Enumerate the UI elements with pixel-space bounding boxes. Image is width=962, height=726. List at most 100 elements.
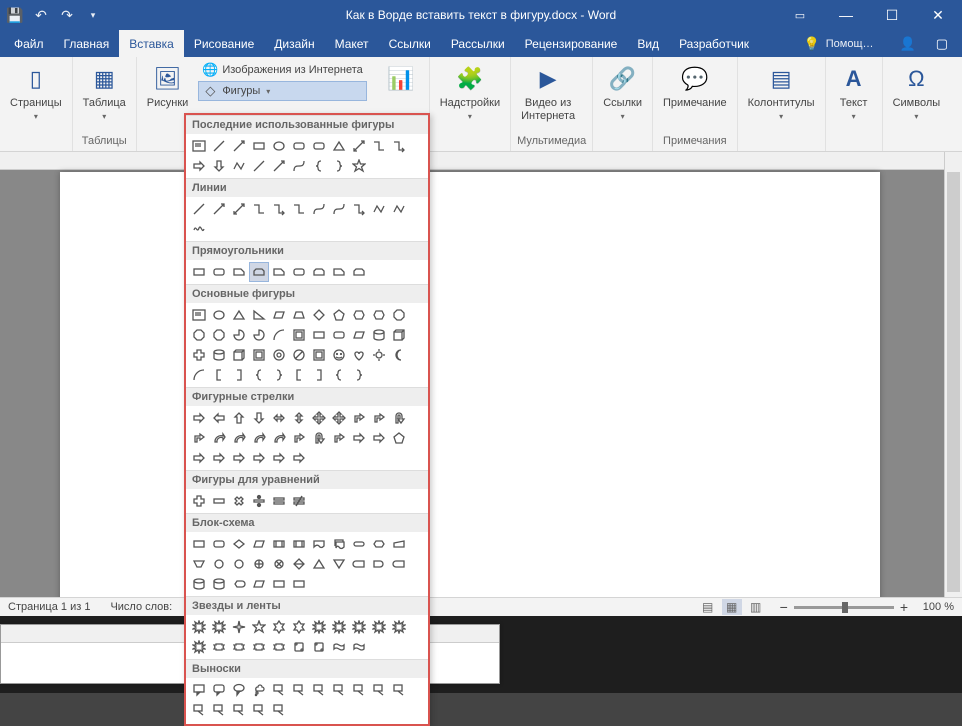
shape-calloutRound[interactable] <box>210 681 228 699</box>
print-layout-icon[interactable]: ▦ <box>722 599 742 615</box>
shape-donut[interactable] <box>270 346 288 364</box>
shape-textbox[interactable] <box>190 137 208 155</box>
shape-diamond[interactable] <box>310 306 328 324</box>
shape-plus[interactable] <box>190 346 208 364</box>
shape-arrowR[interactable] <box>350 429 368 447</box>
shape-rtTriangle[interactable] <box>250 306 268 324</box>
shape-triangle[interactable] <box>330 137 348 155</box>
shape-arrowLR[interactable] <box>270 409 288 427</box>
tab-review[interactable]: Рецензирование <box>515 30 628 57</box>
shape-star4[interactable] <box>230 618 248 636</box>
save-icon[interactable]: 💾 <box>6 6 24 24</box>
shape-ribbon[interactable] <box>210 638 228 656</box>
shape-arrowR[interactable] <box>230 449 248 467</box>
shape-burst[interactable] <box>330 618 348 636</box>
shape-calloutLine[interactable] <box>270 701 288 719</box>
shape-arrowBent[interactable] <box>350 409 368 427</box>
shape-flowSort[interactable] <box>290 555 308 573</box>
shape-lBrace[interactable] <box>250 366 268 384</box>
shape-pie[interactable] <box>250 326 268 344</box>
shape-arrowQuad[interactable] <box>330 409 348 427</box>
shape-flowPrep[interactable] <box>370 535 388 553</box>
shape-elbowArrow[interactable] <box>350 200 368 218</box>
shape-flowConn[interactable] <box>230 555 248 573</box>
shape-arrowBent[interactable] <box>290 429 308 447</box>
online-pictures-button[interactable]: 🌐 Изображения из Интернета <box>198 61 366 79</box>
shape-elbowArrow[interactable] <box>270 200 288 218</box>
qat-customize-icon[interactable]: ▾ <box>84 6 102 24</box>
shape-calloutLine[interactable] <box>190 701 208 719</box>
shape-wave[interactable] <box>350 638 368 656</box>
shape-flowExtract[interactable] <box>310 555 328 573</box>
shape-flowSum[interactable] <box>270 555 288 573</box>
shape-rect[interactable] <box>250 137 268 155</box>
shape-lBrace[interactable] <box>310 157 328 175</box>
comment-button[interactable]: 💬 Примечание <box>659 61 731 112</box>
shape-snip2[interactable] <box>310 263 328 281</box>
shape-arrowCurve[interactable] <box>230 429 248 447</box>
shape-snip2[interactable] <box>250 263 268 281</box>
shape-star6[interactable] <box>270 618 288 636</box>
shape-line[interactable] <box>250 157 268 175</box>
shape-eqPlus[interactable] <box>190 492 208 510</box>
tab-mailings[interactable]: Рассылки <box>441 30 515 57</box>
shape-snip1[interactable] <box>270 263 288 281</box>
shape-trapezoid[interactable] <box>290 306 308 324</box>
shape-can[interactable] <box>210 575 228 593</box>
shape-arrowR[interactable] <box>250 449 268 467</box>
shape-arrowR[interactable] <box>210 449 228 467</box>
chart-button[interactable]: 📊 <box>379 61 423 112</box>
shape-eqEq[interactable] <box>270 492 288 510</box>
shape-rBrace[interactable] <box>270 366 288 384</box>
tab-layout[interactable]: Макет <box>325 30 379 57</box>
shape-lineArrow[interactable] <box>230 137 248 155</box>
shape-roundRect[interactable] <box>290 137 308 155</box>
shape-arrowCurve[interactable] <box>270 429 288 447</box>
shape-scroll[interactable] <box>310 638 328 656</box>
shape-freeform[interactable] <box>370 200 388 218</box>
shape-frame[interactable] <box>290 326 308 344</box>
shape-calloutLine[interactable] <box>330 681 348 699</box>
shape-arrowR[interactable] <box>370 429 388 447</box>
tab-design[interactable]: Дизайн <box>264 30 324 57</box>
zoom-in-button[interactable]: + <box>900 599 908 615</box>
shape-lBracket[interactable] <box>210 366 228 384</box>
shape-elbowArrow[interactable] <box>390 137 408 155</box>
shape-elbow[interactable] <box>370 137 388 155</box>
shape-flowTerm[interactable] <box>350 535 368 553</box>
zoom-out-button[interactable]: − <box>780 599 788 615</box>
maximize-icon[interactable]: ☐ <box>872 1 912 29</box>
shape-scribble[interactable] <box>190 220 208 238</box>
zoom-slider[interactable] <box>794 606 894 609</box>
shape-eqMult[interactable] <box>230 492 248 510</box>
page-indicator[interactable]: Страница 1 из 1 <box>8 601 90 613</box>
shape-calloutLine[interactable] <box>390 681 408 699</box>
shape-moon[interactable] <box>390 346 408 364</box>
zoom-thumb[interactable] <box>842 602 848 613</box>
shape-flowDoc[interactable] <box>310 535 328 553</box>
web-layout-icon[interactable]: ▥ <box>746 599 766 615</box>
shape-parallelogram[interactable] <box>270 306 288 324</box>
shape-pie[interactable] <box>230 326 248 344</box>
links-button[interactable]: 🔗 Ссылки ▾ <box>599 61 646 123</box>
shape-ellipse[interactable] <box>270 137 288 155</box>
close-icon[interactable]: ✕ <box>918 1 958 29</box>
shape-arrowUturn[interactable] <box>310 429 328 447</box>
tab-draw[interactable]: Рисование <box>184 30 264 57</box>
shape-arrowCurve[interactable] <box>250 429 268 447</box>
shape-arrowBent[interactable] <box>190 429 208 447</box>
shape-arrowUturn[interactable] <box>390 409 408 427</box>
shape-ribbon[interactable] <box>230 638 248 656</box>
shape-arrowR[interactable] <box>190 157 208 175</box>
shape-burst[interactable] <box>190 638 208 656</box>
shape-flowProc[interactable] <box>290 575 308 593</box>
shape-flowOr[interactable] <box>250 555 268 573</box>
shape-lineDouble[interactable] <box>350 137 368 155</box>
vertical-scrollbar[interactable] <box>944 152 962 597</box>
shape-calloutLine[interactable] <box>370 681 388 699</box>
shape-roundRect[interactable] <box>210 263 228 281</box>
shape-wave[interactable] <box>330 638 348 656</box>
shape-flowDelay[interactable] <box>370 555 388 573</box>
shape-burst[interactable] <box>390 618 408 636</box>
shape-rBrace[interactable] <box>330 157 348 175</box>
